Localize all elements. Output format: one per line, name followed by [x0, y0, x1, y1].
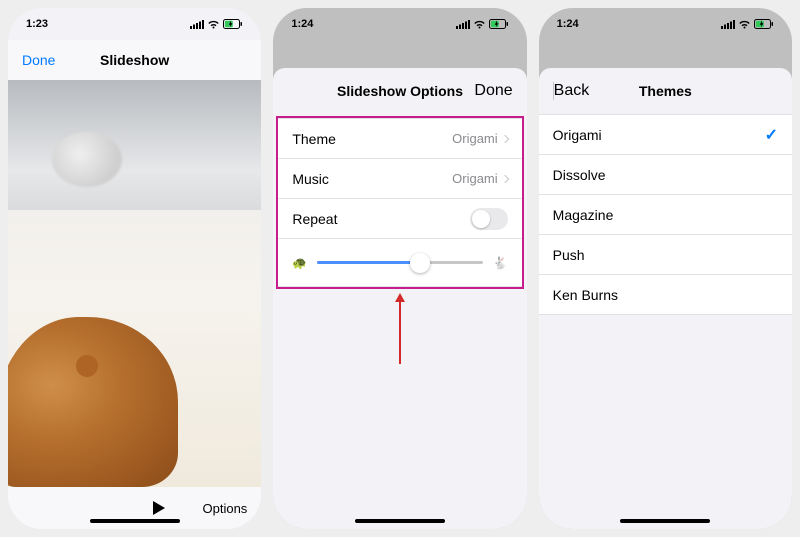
phone-themes: 1:24 Back Themes Origami ✓ Dissolve Magazin…: [539, 8, 792, 529]
theme-label: Ken Burns: [553, 287, 618, 303]
theme-label: Origami: [553, 127, 602, 143]
slideshow-content: [8, 80, 261, 487]
home-indicator[interactable]: [90, 519, 180, 523]
speed-slider[interactable]: [317, 261, 482, 264]
cellular-icon: [190, 20, 204, 29]
home-indicator[interactable]: [620, 519, 710, 523]
repeat-row: Repeat: [278, 199, 521, 239]
sheet-nav: Slideshow Options Done: [273, 68, 526, 114]
rabbit-icon: 🐇: [493, 256, 508, 270]
chevron-right-icon: [500, 134, 508, 142]
phone-slideshow-options: 1:24 Slideshow Options Done Theme Origam…: [273, 8, 526, 529]
theme-row[interactable]: Theme Origami: [278, 119, 521, 159]
chevron-right-icon: [500, 174, 508, 182]
sheet-nav: Back Themes: [539, 68, 792, 114]
status-bar: 1:23: [8, 8, 261, 40]
wifi-icon: [738, 20, 751, 29]
back-button[interactable]: Back: [553, 82, 590, 100]
music-value: Origami: [452, 171, 498, 186]
status-icons: [456, 19, 509, 29]
theme-label: Push: [553, 247, 585, 263]
done-button[interactable]: Done: [474, 82, 512, 100]
battery-icon: [223, 19, 243, 29]
status-time: 1:24: [557, 18, 579, 30]
done-button[interactable]: Done: [22, 52, 55, 68]
options-button[interactable]: Options: [203, 501, 248, 516]
home-indicator[interactable]: [355, 519, 445, 523]
wifi-icon: [473, 20, 486, 29]
music-row[interactable]: Music Origami: [278, 159, 521, 199]
cellular-icon: [456, 20, 470, 29]
theme-row[interactable]: Push: [539, 235, 792, 275]
cellular-icon: [721, 20, 735, 29]
wifi-icon: [207, 20, 220, 29]
status-icons: [721, 19, 774, 29]
theme-value: Origami: [452, 131, 498, 146]
theme-label: Magazine: [553, 207, 614, 223]
status-time: 1:24: [291, 18, 313, 30]
back-label: Back: [554, 82, 590, 99]
slideshow-photo-2[interactable]: [8, 210, 261, 487]
options-list: Theme Origami Music Origami Repeat 🐢: [278, 118, 521, 287]
slideshow-photo-1[interactable]: [8, 80, 261, 210]
theme-row[interactable]: Origami ✓: [539, 115, 792, 155]
annotation-highlight: Theme Origami Music Origami Repeat 🐢: [276, 116, 523, 289]
theme-label: Dissolve: [553, 167, 606, 183]
status-bar: 1:24: [539, 8, 792, 40]
row-label: Repeat: [292, 211, 337, 227]
phone-slideshow: 1:23 Done Slideshow Options: [8, 8, 261, 529]
themes-list: Origami ✓ Dissolve Magazine Push Ken Burns: [539, 114, 792, 315]
status-icons: [190, 19, 243, 29]
status-time: 1:23: [26, 18, 48, 30]
turtle-icon: 🐢: [292, 256, 307, 270]
row-label: Music: [292, 171, 329, 187]
annotation-arrow: [395, 293, 405, 364]
row-label: Theme: [292, 131, 336, 147]
battery-icon: [489, 19, 509, 29]
theme-row[interactable]: Dissolve: [539, 155, 792, 195]
nav-bar: Done Slideshow: [8, 40, 261, 80]
status-bar: 1:24: [273, 8, 526, 40]
checkmark-icon: ✓: [765, 125, 778, 145]
theme-row[interactable]: Magazine: [539, 195, 792, 235]
play-button[interactable]: [153, 501, 165, 515]
battery-icon: [754, 19, 774, 29]
theme-row[interactable]: Ken Burns: [539, 275, 792, 315]
repeat-switch[interactable]: [470, 208, 508, 230]
speed-slider-row: 🐢 🐇: [278, 239, 521, 287]
